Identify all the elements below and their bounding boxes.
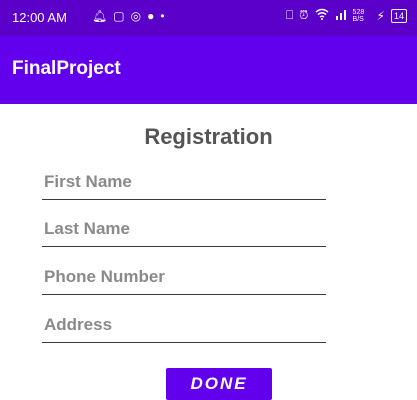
battery-icon: 14 (390, 8, 407, 23)
phone-number-input[interactable] (42, 262, 330, 292)
instagram-icon: ◎ (130, 9, 142, 23)
data-speed-icon: 528 B/S (352, 8, 365, 23)
status-bar: 12:00 AM 🔔︎ ▢ ◎ ● • ⎕ ⏰︎ 528 B/S ⚡︎ 14 (0, 0, 417, 36)
status-time: 12:00 AM (12, 10, 67, 25)
app-title: FinalProject (12, 58, 121, 79)
dot-icon: • (160, 9, 165, 23)
address-input[interactable] (42, 310, 330, 340)
status-system-icons: ⎕ ⏰︎ 528 B/S ⚡︎ 14 (286, 8, 407, 23)
first-name-field-container (42, 167, 330, 200)
vibrate-icon: ⎕ (285, 8, 294, 22)
signal-icon (335, 8, 347, 23)
last-name-field-container (42, 214, 330, 247)
registration-title: Registration (144, 124, 273, 149)
app-bar: FinalProject (0, 36, 417, 104)
notification-bell-icon: 🔔︎ (92, 9, 108, 23)
wifi-icon (315, 8, 329, 23)
address-field-container (42, 310, 330, 343)
charging-icon: ⚡︎ (376, 8, 385, 23)
alarm-icon: ⏰︎ (299, 8, 309, 22)
first-name-input[interactable] (42, 167, 330, 197)
messenger-icon: ● (147, 9, 155, 23)
chat-icon: ▢ (113, 9, 125, 23)
last-name-input[interactable] (42, 214, 330, 244)
phone-number-field-container (42, 262, 330, 295)
done-button[interactable]: DONE (166, 368, 272, 400)
status-notification-icons: 🔔︎ ▢ ◎ ● • (92, 9, 165, 23)
